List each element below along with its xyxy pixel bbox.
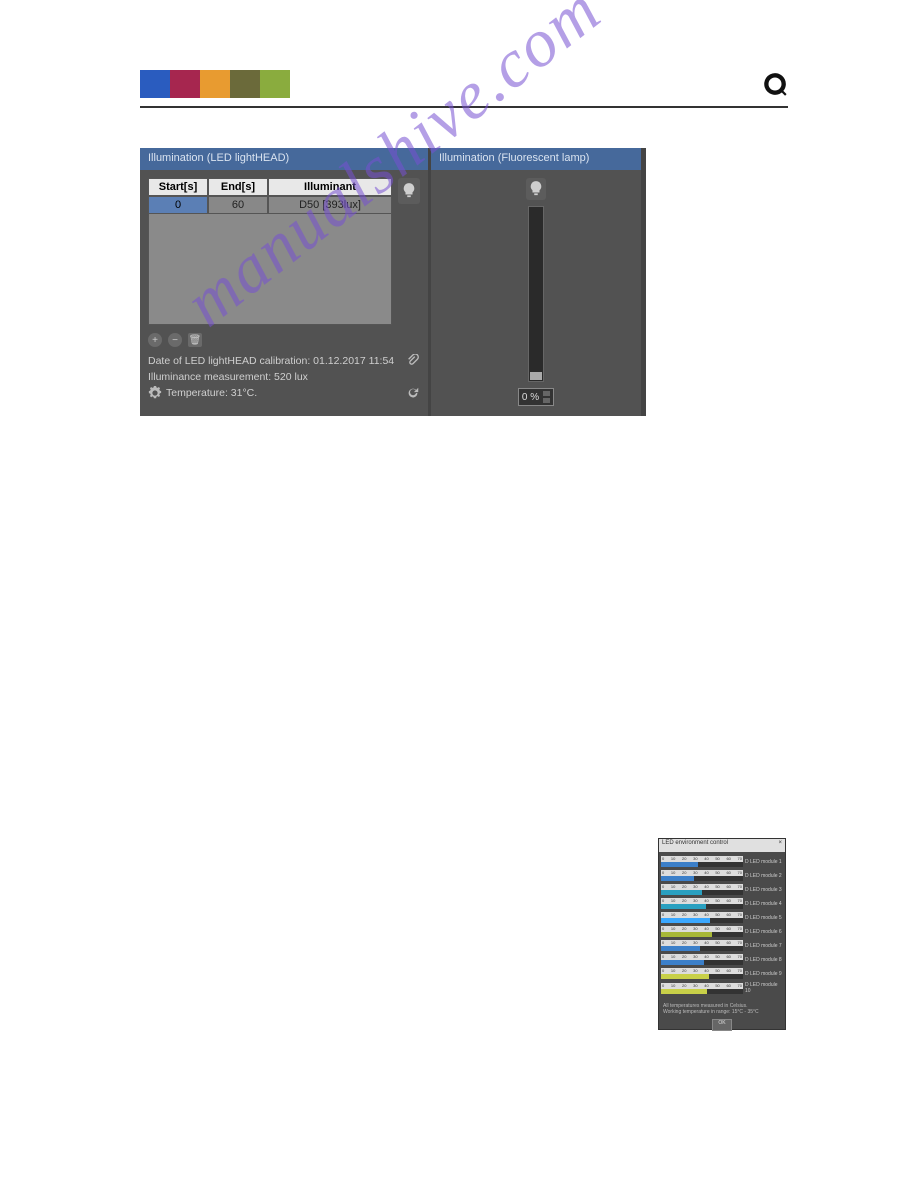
gear-icon[interactable] bbox=[148, 386, 162, 400]
module-label: D LED module 8 bbox=[743, 957, 783, 963]
calibration-date-label: Date of LED lightHEAD calibration: 01.12… bbox=[148, 353, 394, 369]
module-label: D LED module 3 bbox=[743, 887, 783, 893]
temperature-row: 010203040506070D LED module 5 bbox=[661, 912, 783, 923]
light-toggle-button[interactable] bbox=[398, 178, 420, 204]
dialog-title: LED environment control bbox=[662, 840, 728, 851]
temperature-row: 010203040506070D LED module 7 bbox=[661, 940, 783, 951]
cell-start[interactable]: 0 bbox=[148, 196, 208, 214]
attachment-icon[interactable] bbox=[406, 354, 420, 368]
temperature-bar bbox=[661, 862, 698, 867]
temperature-bar bbox=[661, 918, 710, 923]
trash-icon: 🗑 bbox=[189, 335, 202, 346]
cell-illuminant[interactable]: D50 [393lux] bbox=[268, 196, 392, 214]
intensity-value-input[interactable]: 0 % bbox=[518, 388, 554, 406]
temperature-bar bbox=[661, 904, 706, 909]
temperature-row: 010203040506070D LED module 6 bbox=[661, 926, 783, 937]
intensity-stepper[interactable] bbox=[543, 390, 550, 404]
chevron-down-icon[interactable] bbox=[543, 398, 550, 403]
illumination-led-panel: Illumination (LED lightHEAD) Start[s] En… bbox=[140, 148, 428, 416]
module-label: D LED module 4 bbox=[743, 901, 783, 907]
module-label: D LED module 6 bbox=[743, 929, 783, 935]
remove-button[interactable]: − bbox=[168, 333, 182, 347]
temperature-bar bbox=[661, 960, 704, 965]
panel-title-left: Illumination (LED lightHEAD) bbox=[140, 148, 428, 170]
module-label: D LED module 7 bbox=[743, 943, 783, 949]
lightbulb-icon bbox=[402, 182, 416, 200]
illumination-fluorescent-panel: Illumination (Fluorescent lamp) 0 % bbox=[431, 148, 641, 416]
temperature-row: 010203040506070D LED module 3 bbox=[661, 884, 783, 895]
col-start-header[interactable]: Start[s] bbox=[148, 178, 208, 196]
footer-text-2: Working temperature in range: 15°C - 35°… bbox=[663, 1009, 781, 1015]
temperature-row: 010203040506070D LED module 10 bbox=[661, 982, 783, 994]
panel-title-right: Illumination (Fluorescent lamp) bbox=[431, 148, 641, 170]
refresh-icon[interactable] bbox=[406, 386, 420, 400]
temperature-row: 010203040506070D LED module 1 bbox=[661, 856, 783, 867]
slider-thumb[interactable] bbox=[530, 372, 542, 380]
col-end-header[interactable]: End[s] bbox=[208, 178, 268, 196]
cell-end[interactable]: 60 bbox=[208, 196, 268, 214]
temperature-bar bbox=[661, 946, 700, 951]
temperature-bar bbox=[661, 890, 702, 895]
module-label: D LED module 10 bbox=[743, 982, 783, 994]
intensity-value: 0 % bbox=[522, 392, 539, 403]
brand-color-strip bbox=[140, 70, 290, 98]
intensity-slider[interactable] bbox=[528, 206, 544, 382]
temperature-row: 010203040506070D LED module 4 bbox=[661, 898, 783, 909]
plus-icon: + bbox=[152, 335, 158, 346]
temperature-row: 010203040506070D LED module 2 bbox=[661, 870, 783, 881]
lightbulb-icon bbox=[529, 180, 543, 198]
add-button[interactable]: + bbox=[148, 333, 162, 347]
temperature-bar bbox=[661, 989, 707, 994]
delete-button[interactable]: 🗑 bbox=[188, 333, 202, 347]
module-label: D LED module 5 bbox=[743, 915, 783, 921]
module-label: D LED module 9 bbox=[743, 971, 783, 977]
table-row[interactable]: 0 60 D50 [393lux] bbox=[148, 196, 392, 214]
module-label: D LED module 2 bbox=[743, 873, 783, 879]
col-illuminant-header[interactable]: Illuminant bbox=[268, 178, 392, 196]
temperature-row: 010203040506070D LED module 9 bbox=[661, 968, 783, 979]
temperature-bar bbox=[661, 876, 694, 881]
illuminance-measurement-label: Illuminance measurement: 520 lux bbox=[148, 369, 420, 385]
ok-button[interactable]: OK bbox=[712, 1019, 732, 1031]
page-header bbox=[140, 70, 788, 108]
temperature-bar bbox=[661, 932, 712, 937]
brand-logo-icon bbox=[762, 71, 788, 97]
close-icon[interactable]: × bbox=[778, 840, 782, 851]
temperature-row: 010203040506070D LED module 8 bbox=[661, 954, 783, 965]
table-empty-area bbox=[148, 214, 392, 325]
led-environment-dialog: LED environment control × 01020304050607… bbox=[658, 838, 786, 1030]
dialog-titlebar: LED environment control × bbox=[659, 839, 785, 852]
minus-icon: − bbox=[172, 335, 178, 346]
temperature-bar bbox=[661, 974, 709, 979]
sequence-table[interactable]: Start[s] End[s] Illuminant 0 60 D50 [393… bbox=[148, 178, 392, 325]
chevron-up-icon[interactable] bbox=[543, 391, 550, 396]
temperature-label: Temperature: 31°C. bbox=[166, 385, 257, 401]
module-label: D LED module 1 bbox=[743, 859, 783, 865]
fluorescent-toggle-button[interactable] bbox=[526, 178, 546, 200]
illumination-panel-group: Illumination (LED lightHEAD) Start[s] En… bbox=[140, 148, 646, 416]
